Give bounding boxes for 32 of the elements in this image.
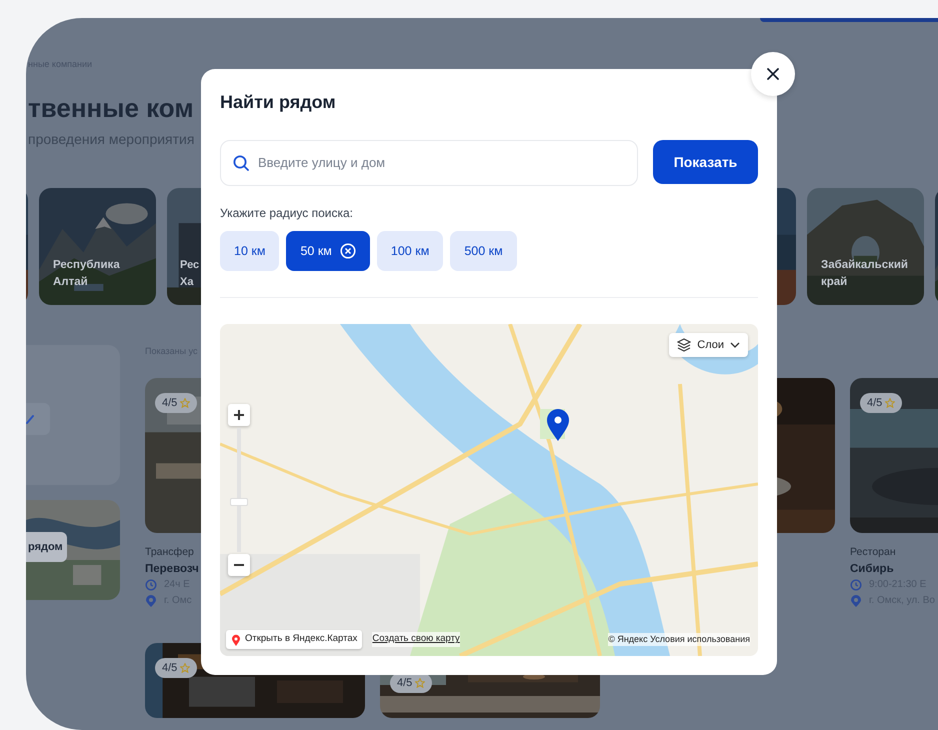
rating-value: 4/5 bbox=[162, 396, 178, 410]
clear-icon bbox=[340, 243, 356, 259]
map-button[interactable]: рядом bbox=[26, 532, 67, 562]
close-icon bbox=[767, 68, 779, 80]
radius-chip[interactable]: 100 км bbox=[376, 231, 444, 271]
rating-value: 4/5 bbox=[867, 396, 882, 410]
filter-toggle[interactable] bbox=[26, 403, 50, 435]
region-label: Рес Ха bbox=[180, 258, 200, 290]
radius-chip[interactable]: 10 км bbox=[220, 231, 280, 271]
region-label: Республика Алтай bbox=[53, 258, 121, 290]
card-category: Ресторан bbox=[850, 545, 897, 559]
radius-chip[interactable]: 500 км bbox=[450, 231, 517, 271]
location-icon bbox=[145, 595, 157, 607]
star-icon bbox=[180, 398, 190, 408]
rating-value: 4/5 bbox=[397, 676, 412, 690]
region-label: Забайкальский край bbox=[821, 258, 909, 290]
radius-chip[interactable]: 50 км bbox=[286, 231, 370, 271]
search-field[interactable]: Введите улицу и дом bbox=[220, 140, 638, 186]
star-icon bbox=[180, 663, 190, 673]
star-icon bbox=[415, 678, 426, 688]
radius-label: Укажите радиус поиска: bbox=[220, 206, 354, 220]
show-button[interactable]: Показать bbox=[653, 140, 758, 184]
chevron-icon bbox=[26, 414, 35, 424]
location-icon bbox=[850, 595, 862, 607]
clock-icon bbox=[145, 579, 157, 591]
rating-value: 4/5 bbox=[162, 661, 178, 675]
star-icon bbox=[885, 398, 896, 408]
page-heading: твенные ком bbox=[28, 92, 194, 124]
clock-icon bbox=[850, 579, 862, 591]
card-category: Трансфер bbox=[145, 545, 195, 559]
dialog-title: Найти рядом bbox=[220, 91, 337, 114]
header-button[interactable] bbox=[760, 18, 938, 22]
